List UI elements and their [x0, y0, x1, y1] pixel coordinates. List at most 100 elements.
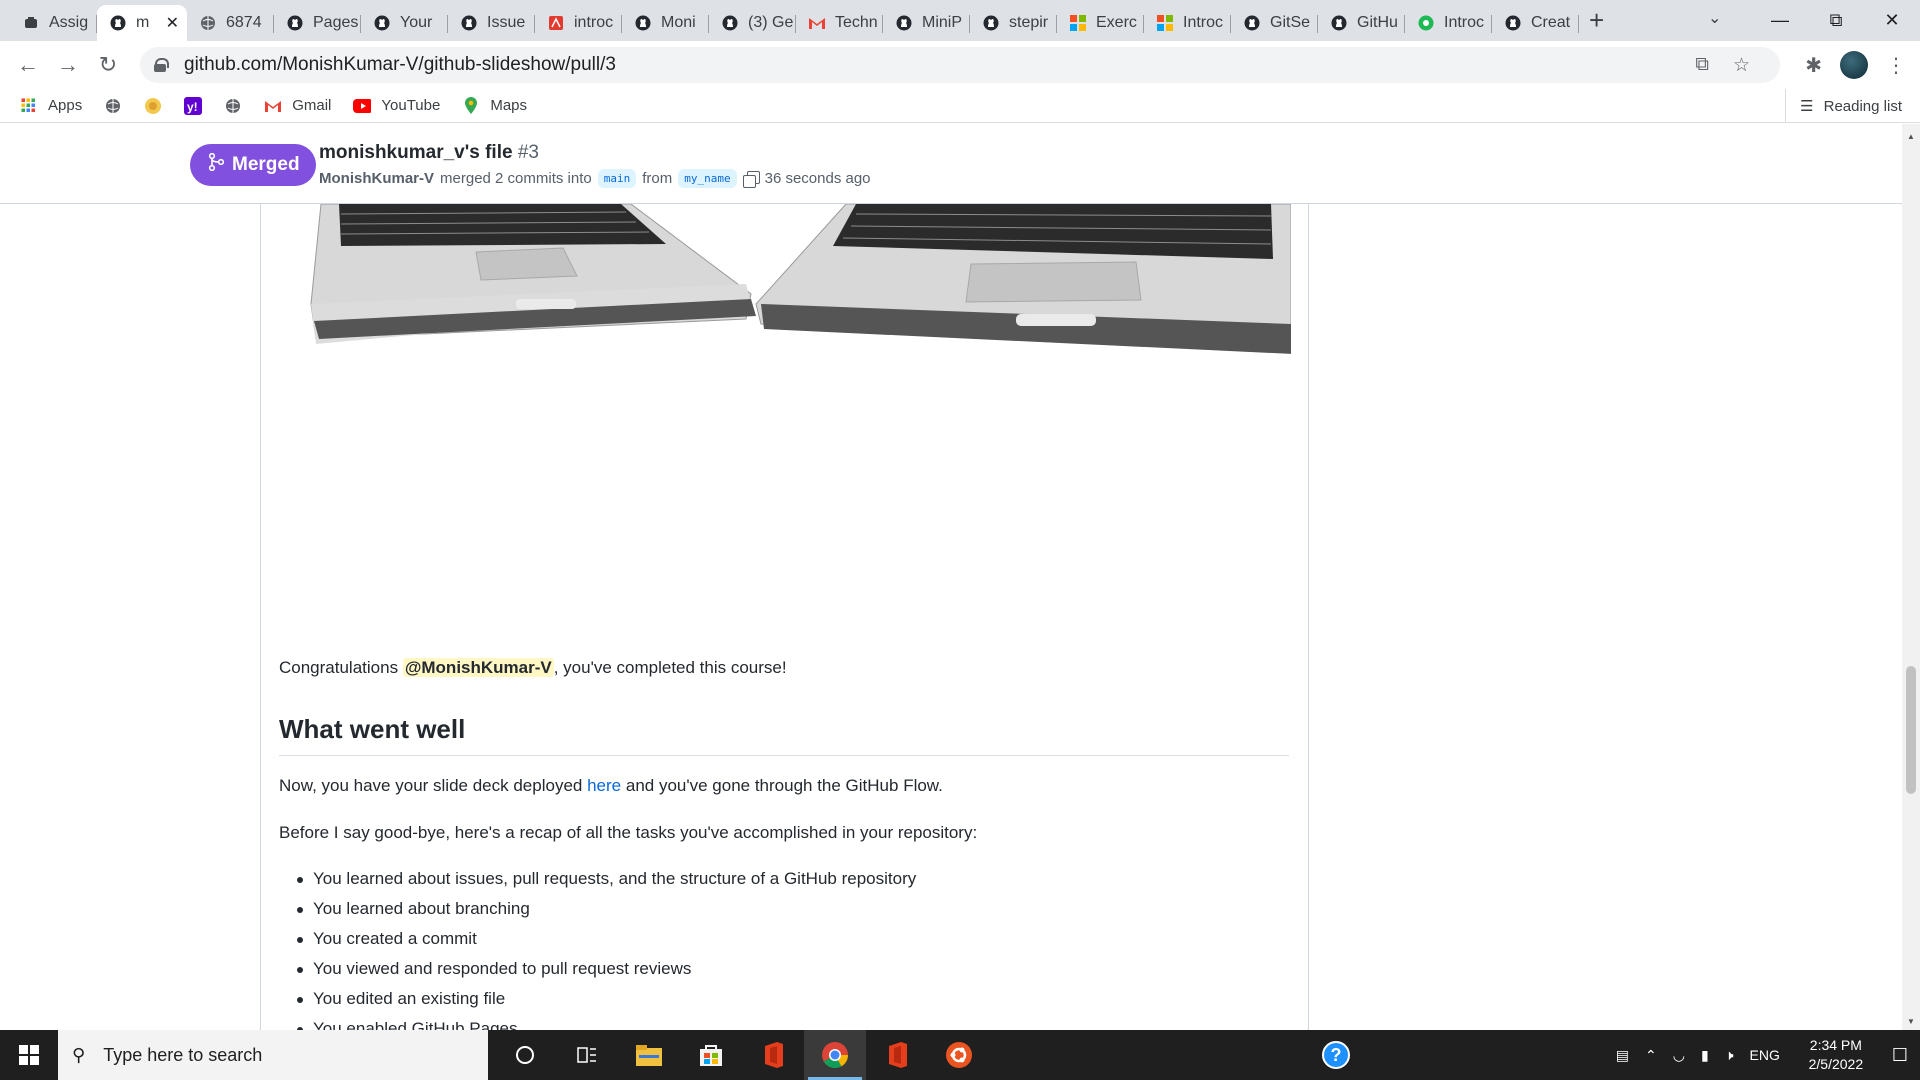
pdf-icon: [547, 14, 565, 32]
tab-0[interactable]: Assig: [10, 5, 97, 41]
tray-expand-icon[interactable]: ⌃: [1645, 1047, 1657, 1064]
help-icon[interactable]: ?: [1322, 1041, 1350, 1069]
reading-list-button[interactable]: ☰ Reading list: [1785, 89, 1902, 123]
tab-label: GitHu: [1357, 14, 1398, 31]
scroll-up-icon[interactable]: ▲: [1907, 132, 1915, 141]
tab-5[interactable]: Issue: [448, 5, 535, 41]
tab-4[interactable]: Your: [361, 5, 448, 41]
tab-11[interactable]: stepir: [970, 5, 1057, 41]
section-heading: What went well: [279, 714, 1289, 756]
clock-date: 2/5/2022: [1808, 1056, 1864, 1072]
gmail-icon: [808, 14, 826, 32]
user-mention-link[interactable]: @MonishKumar-V: [402, 658, 554, 677]
tab-15[interactable]: GitHu: [1318, 5, 1405, 41]
copy-icon[interactable]: [742, 170, 760, 188]
svg-text:y!: y!: [187, 100, 198, 114]
scrollbar-thumb[interactable]: [1906, 666, 1916, 794]
bookmark-4[interactable]: [224, 97, 242, 115]
head-branch-label[interactable]: my_name: [678, 169, 737, 188]
language-indicator[interactable]: ENG: [1750, 1047, 1780, 1063]
bookmark-star-icon[interactable]: ☆: [1733, 54, 1750, 77]
github-icon: [286, 14, 304, 32]
search-icon: ⚲: [72, 1044, 86, 1065]
reload-icon[interactable]: ↻: [88, 52, 128, 78]
lock-icon[interactable]: [154, 58, 169, 72]
extensions-icon[interactable]: ✱: [1805, 53, 1822, 78]
toolbar-right: ✱ ⋮: [1805, 41, 1920, 89]
search-placeholder: Type here to search: [103, 1044, 263, 1065]
page-scrollbar[interactable]: ▲ ▼: [1902, 124, 1920, 1030]
task-view-icon[interactable]: [556, 1030, 618, 1080]
close-tab-icon[interactable]: ✕: [166, 13, 179, 33]
bookmark-2[interactable]: [144, 97, 162, 115]
tab-17[interactable]: Creat: [1492, 5, 1579, 41]
tab-label: Moni: [661, 14, 696, 31]
share-icon[interactable]: ⧉: [1695, 54, 1709, 76]
tab-label: Techn: [835, 14, 878, 31]
address-bar[interactable]: github.com/MonishKumar-V/github-slidesho…: [140, 47, 1780, 83]
tab-2[interactable]: 6874: [187, 5, 274, 41]
github-icon: [721, 14, 739, 32]
page-content: Merged monishkumar_v's file #3 MonishKum…: [0, 124, 1902, 1030]
tab-label: Creat: [1531, 14, 1571, 31]
deployed-here-link[interactable]: here: [587, 776, 621, 795]
office-app-icon[interactable]: [866, 1030, 928, 1080]
wifi-icon[interactable]: ◡: [1673, 1047, 1685, 1064]
bookmark-3[interactable]: y!: [184, 96, 203, 115]
tab-label: 6874: [226, 14, 262, 31]
close-window-icon[interactable]: ✕: [1864, 0, 1920, 41]
tab-8[interactable]: (3) Ge: [709, 5, 796, 41]
tab-13[interactable]: Introc: [1144, 5, 1231, 41]
url-text[interactable]: github.com/MonishKumar-V/github-slidesho…: [184, 54, 616, 76]
tab-6[interactable]: introc: [535, 5, 622, 41]
clock[interactable]: 2:34 PM 2/5/2022: [1796, 1036, 1876, 1074]
tab-9[interactable]: Techn: [796, 5, 883, 41]
base-branch-label[interactable]: main: [597, 169, 637, 188]
file-explorer-icon[interactable]: [618, 1030, 680, 1080]
tab-14[interactable]: GitSe: [1231, 5, 1318, 41]
github-icon: [460, 14, 478, 32]
bookmark-0[interactable]: Apps: [20, 97, 82, 115]
tab-1[interactable]: m ✕: [97, 5, 187, 41]
merged-label: Merged: [232, 154, 300, 175]
bookmark-6[interactable]: YouTube: [353, 97, 440, 115]
tab-search-icon[interactable]: ⌄: [1708, 8, 1721, 28]
github-icon: [1504, 14, 1522, 32]
cortana-icon[interactable]: [494, 1030, 556, 1080]
minimize-icon[interactable]: —: [1752, 0, 1808, 41]
bookmark-7[interactable]: Maps: [462, 96, 527, 115]
scroll-down-icon[interactable]: ▼: [1907, 1017, 1915, 1026]
office-icon[interactable]: [742, 1030, 804, 1080]
tab-label: Pages: [313, 14, 359, 31]
notifications-icon[interactable]: ☐: [1892, 1045, 1908, 1066]
menu-kebab-icon[interactable]: ⋮: [1886, 53, 1906, 78]
reading-list-label: Reading list: [1823, 97, 1902, 115]
tab-16[interactable]: Introc: [1405, 5, 1492, 41]
taskbar-search[interactable]: ⚲ Type here to search: [58, 1030, 488, 1080]
start-button[interactable]: [0, 1030, 58, 1080]
forward-icon[interactable]: →: [48, 52, 88, 78]
github-icon: [634, 14, 652, 32]
ubuntu-icon[interactable]: [928, 1030, 990, 1080]
tab-12[interactable]: Exerc: [1057, 5, 1144, 41]
github-icon: [982, 14, 1000, 32]
avatar[interactable]: [1840, 51, 1868, 79]
tab-7[interactable]: Moni: [622, 5, 709, 41]
store-icon[interactable]: [680, 1030, 742, 1080]
pr-title: monishkumar_v's file #3: [319, 142, 539, 164]
new-tab-button[interactable]: +: [1589, 7, 1604, 33]
tab-3[interactable]: Pages: [274, 5, 361, 41]
pr-author-link[interactable]: MonishKumar-V: [319, 170, 434, 187]
news-widget-icon[interactable]: ▤: [1616, 1047, 1629, 1064]
bookmark-5[interactable]: Gmail: [264, 97, 331, 115]
chrome-icon[interactable]: [804, 1030, 866, 1080]
tab-10[interactable]: MiniP: [883, 5, 970, 41]
reading-list-icon: ☰: [1800, 98, 1814, 115]
battery-icon[interactable]: ▮: [1701, 1047, 1709, 1064]
green-app-icon: [1417, 14, 1435, 32]
volume-icon[interactable]: 🕨: [1725, 1047, 1734, 1064]
restore-icon[interactable]: ⧉: [1808, 0, 1864, 41]
back-icon[interactable]: ←: [8, 52, 48, 78]
tab-label: GitSe: [1270, 14, 1311, 31]
bookmark-1[interactable]: [104, 97, 122, 115]
